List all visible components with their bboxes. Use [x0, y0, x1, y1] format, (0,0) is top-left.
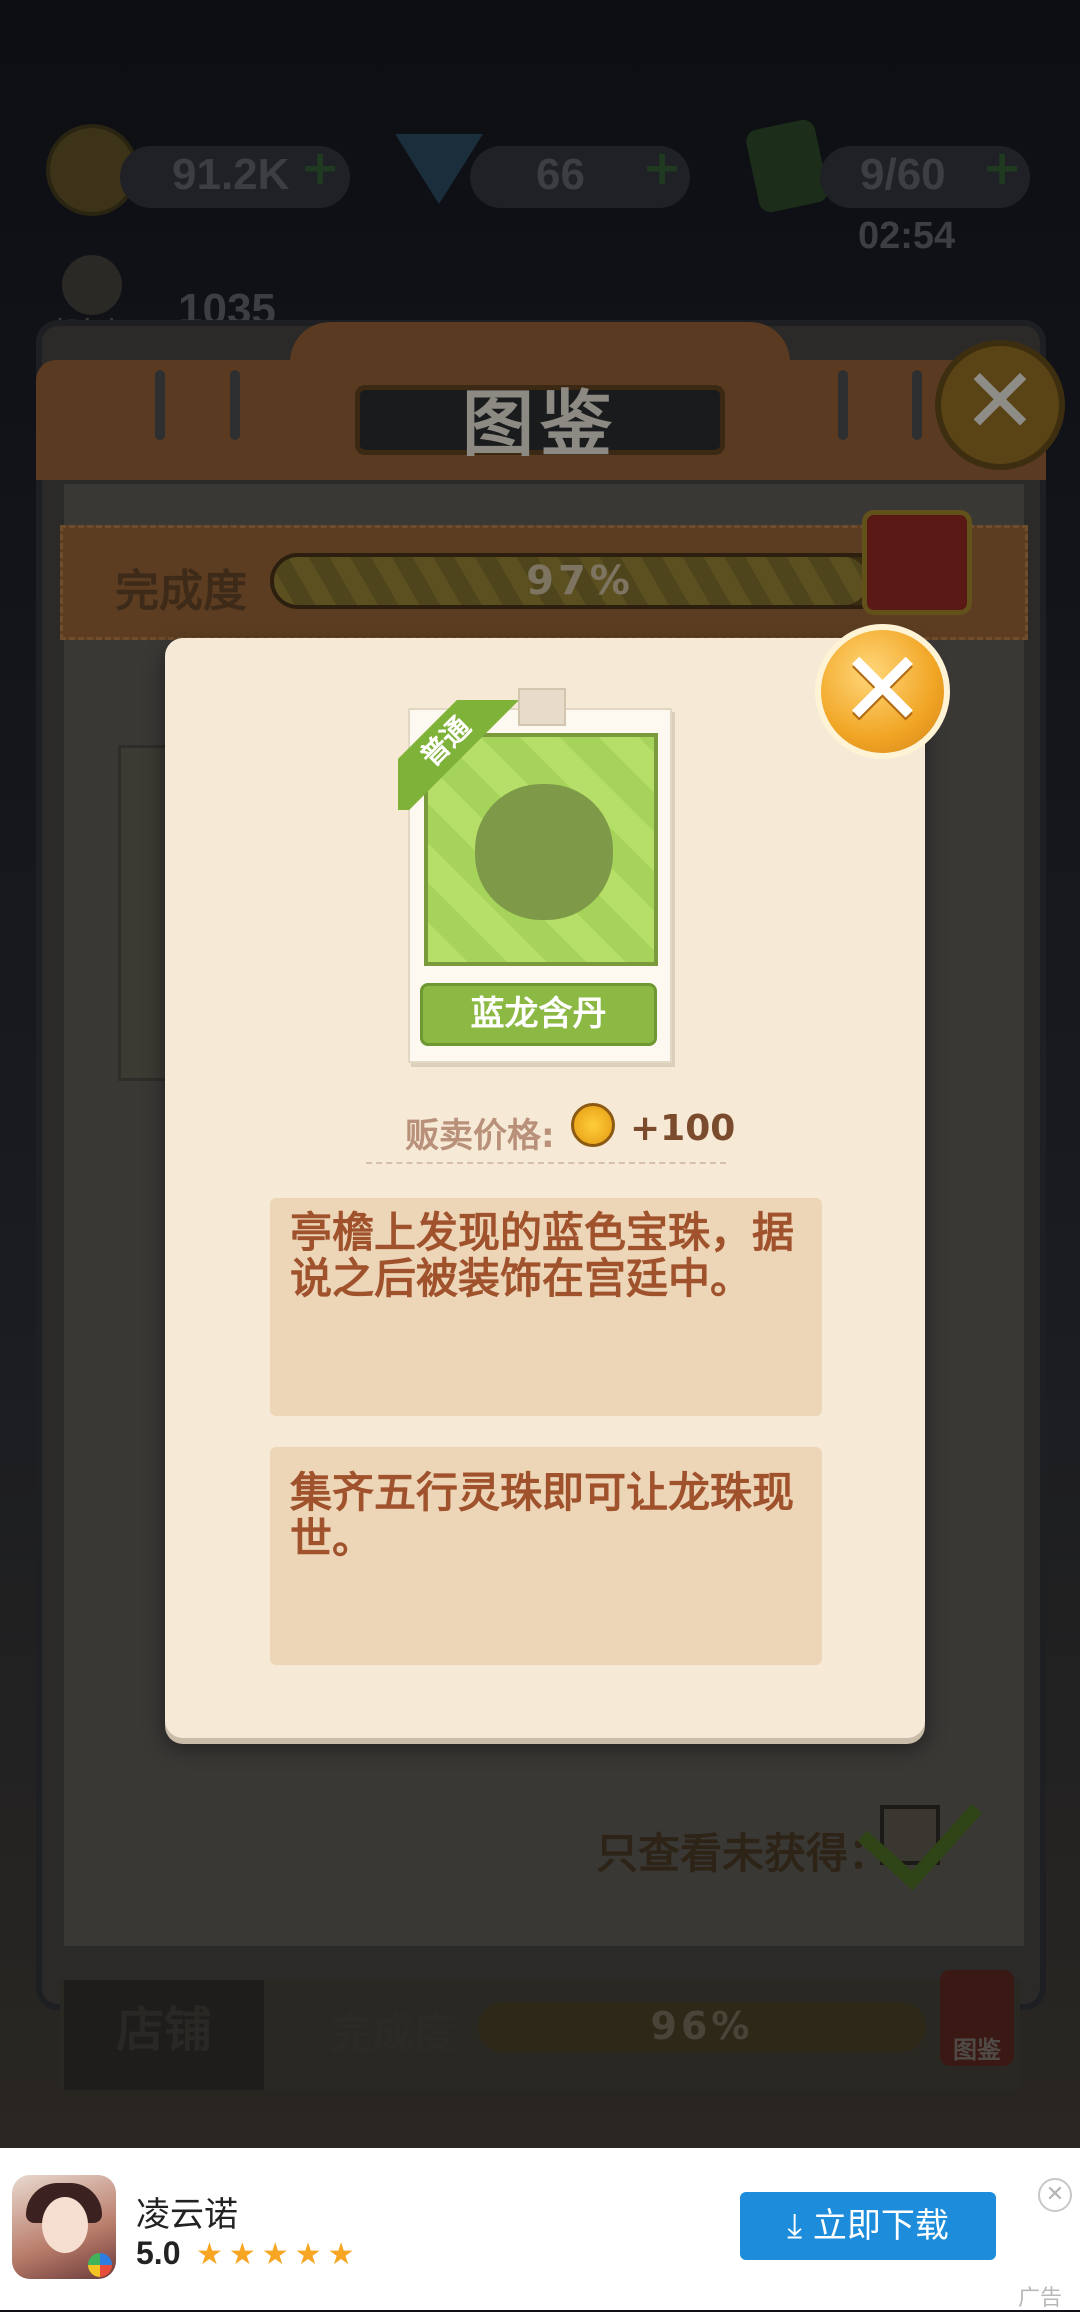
rarity-label: 普通 [398, 700, 518, 810]
star-rating-icon: ★★★★★ [196, 2237, 361, 2272]
gems-value: 66 [536, 150, 585, 199]
book-close-button[interactable]: ✕ [935, 340, 1065, 470]
collection-book-icon[interactable]: 图鉴 [940, 1970, 1014, 2066]
rarity-ribbon: 普通 [398, 700, 518, 810]
ad-tag: 广告 [1018, 2286, 1063, 2311]
paper-clip-icon [518, 688, 566, 726]
binder-ring [230, 370, 240, 440]
app-icon[interactable] [12, 2175, 116, 2279]
gem-icon [395, 134, 483, 204]
download-button[interactable]: ⤓ 立即下载 [740, 2192, 996, 2260]
energy-timer: 02:54 [858, 215, 956, 257]
binder-ring [155, 370, 165, 440]
secondary-completion-value: 96% [650, 2004, 754, 2048]
binder-ring [838, 370, 848, 440]
item-name: 蓝龙含丹 [420, 983, 657, 1046]
energy-value: 9/60 [860, 150, 946, 199]
item-hint: 集齐五行灵珠即可让龙珠现世。 [290, 1468, 795, 1563]
ad-close-button[interactable]: ✕ [1038, 2178, 1072, 2212]
completion-value: 97% [526, 558, 634, 604]
item-description: 亭檐上发现的蓝色宝珠，据说之后被装饰在宫廷中。 [290, 1208, 795, 1303]
book-title: 图鉴 [461, 382, 618, 466]
add-energy-button[interactable]: + [982, 140, 1022, 196]
binder-ring [912, 370, 922, 440]
coin-icon [571, 1103, 615, 1147]
fame-icon [62, 255, 122, 315]
add-coins-button[interactable]: + [300, 140, 340, 196]
divider [366, 1162, 726, 1164]
app-badge-icon [88, 2253, 112, 2277]
tab-shop[interactable]: 店铺 [64, 1980, 264, 2090]
ad-rating: 5.0 [136, 2235, 181, 2271]
add-gems-button[interactable]: + [642, 140, 682, 196]
completion-label: 完成度 [115, 566, 247, 617]
download-icon: ⤓ [787, 2206, 813, 2246]
ad-app-name: 凌云诺 [136, 2196, 238, 2234]
download-label: 立即下载 [812, 2206, 949, 2246]
gift-icon[interactable] [862, 510, 972, 615]
price-value: +100 [630, 1108, 736, 1149]
app-icon-face [42, 2197, 88, 2253]
coins-value: 91.2K [172, 150, 290, 199]
filter-unobtained-label: 只查看未获得： [596, 1829, 891, 1878]
secondary-completion-label: 完成度 [330, 2009, 457, 2058]
price-label: 贩卖价格: [405, 1116, 555, 1156]
card-close-button[interactable]: ✕ [815, 624, 950, 759]
